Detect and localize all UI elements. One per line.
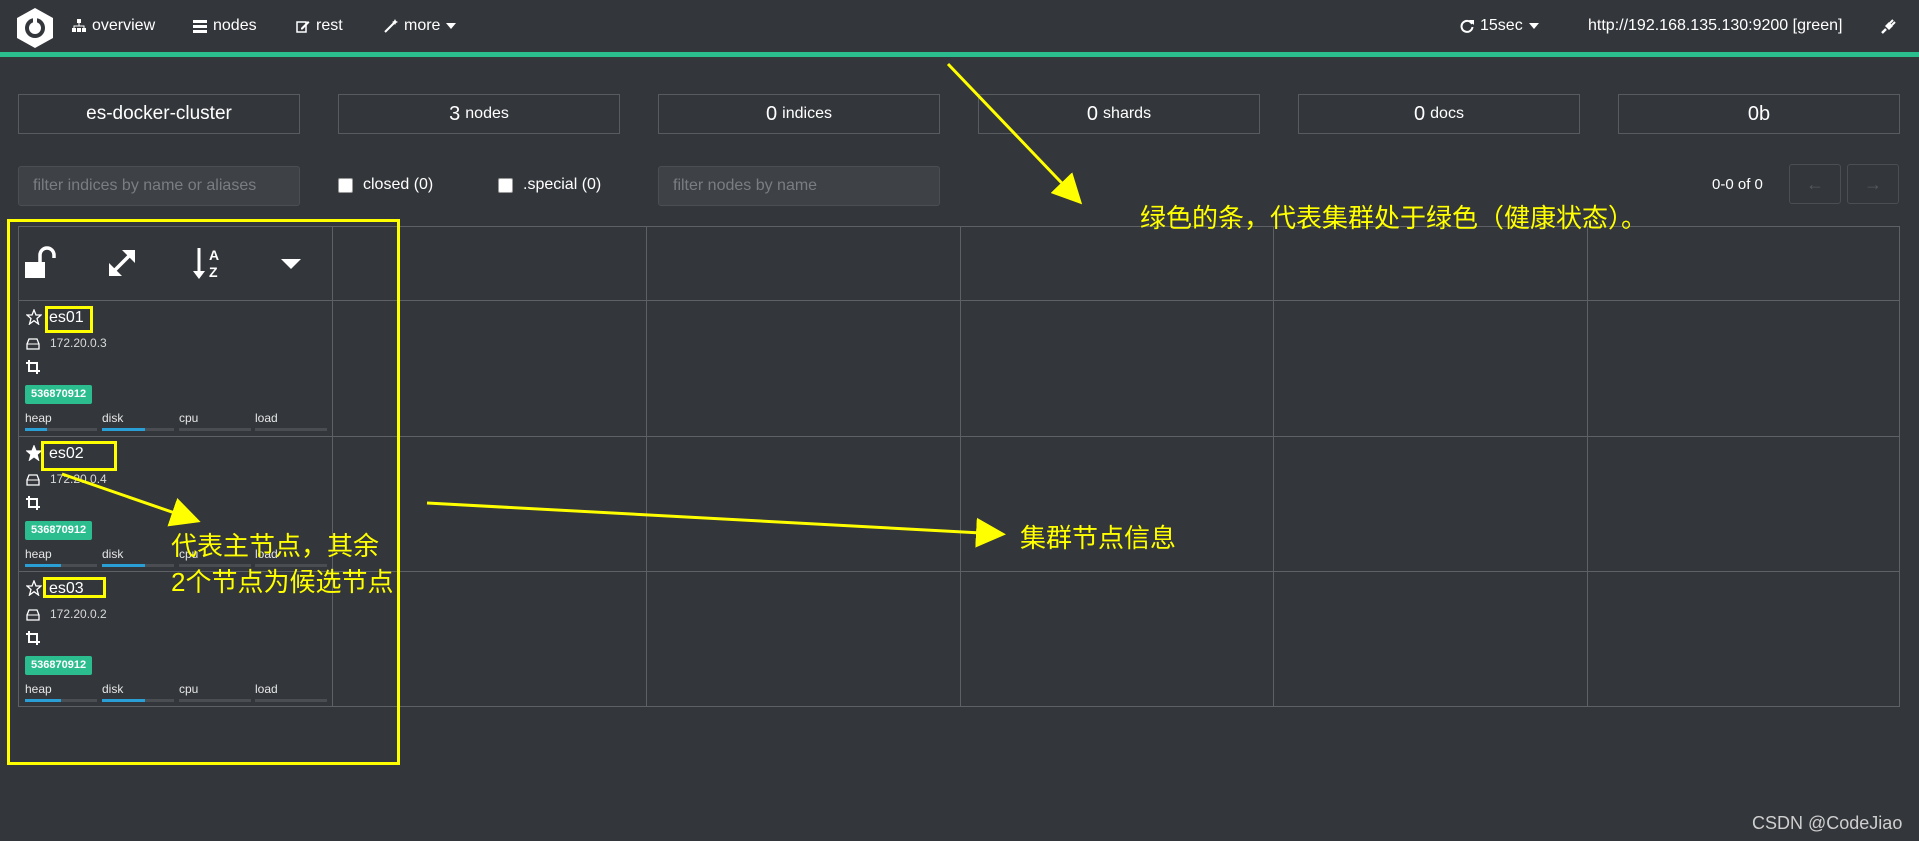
annotation-nodes-info-note: 集群节点信息 xyxy=(1020,523,1177,553)
annotation-arrows xyxy=(61,62,1083,548)
annotation-arrow-master xyxy=(61,472,201,527)
watermark: CSDN @CodeJiao xyxy=(1752,813,1903,833)
annotation-master-note-2: 2个节点为候选节点 xyxy=(171,567,394,597)
annotation-green-bar-note: 绿色的条，代表集群处于绿色（健康状态）。 xyxy=(1140,203,1648,233)
annotation-master-note-1: 代表主节点，其余 xyxy=(171,531,380,561)
annotation-arrow-nodes-info xyxy=(426,501,1006,548)
annotation-arrow-green-bar xyxy=(946,62,1083,205)
